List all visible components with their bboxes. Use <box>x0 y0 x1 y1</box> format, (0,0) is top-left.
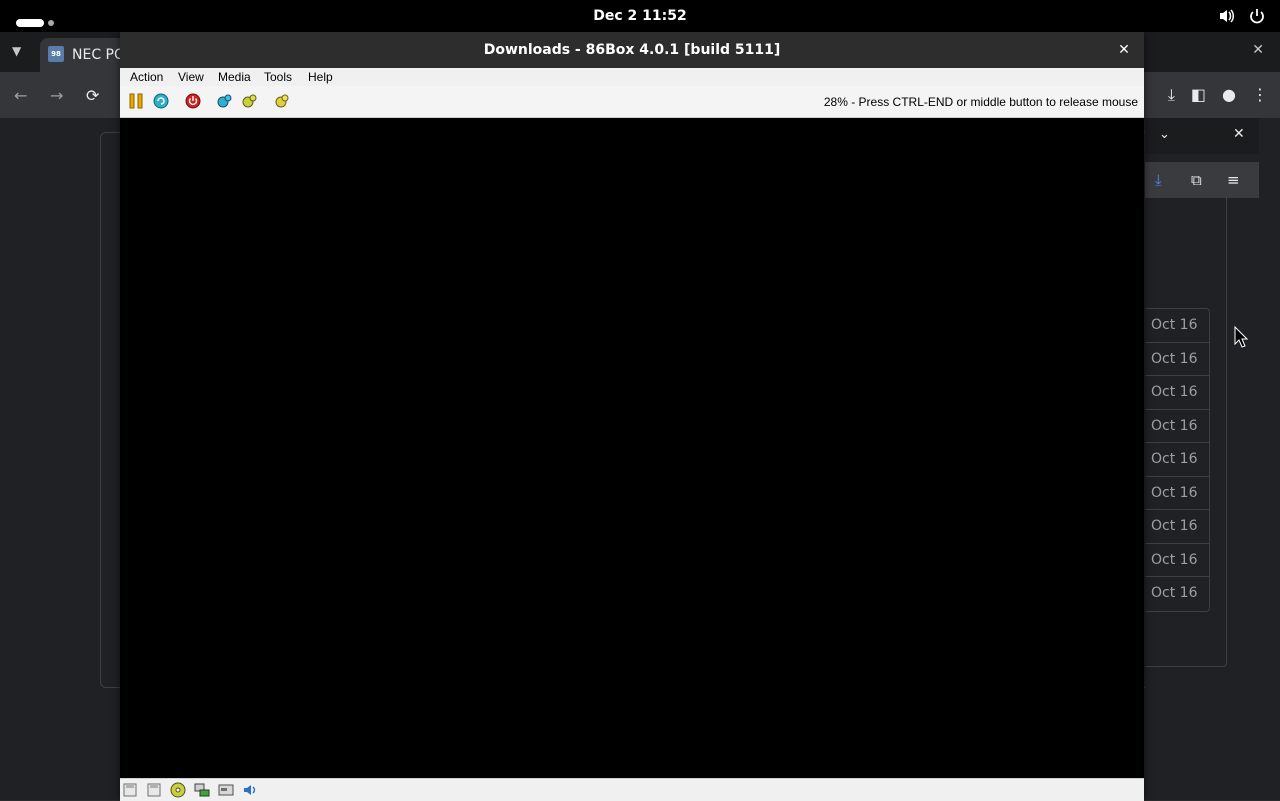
list-item[interactable]: Oct 16 <box>1145 309 1209 343</box>
menu-action[interactable]: Action <box>130 70 163 84</box>
emulator-statusbar <box>120 778 1144 801</box>
list-item[interactable]: Oct 16 <box>1145 376 1209 410</box>
profile-icon[interactable]: ● <box>1222 85 1236 105</box>
browser-tab[interactable]: 98 NEC PC <box>40 38 130 72</box>
mouse-capture-status: 28% - Press CTRL-END or middle button to… <box>823 95 1138 109</box>
back-icon[interactable]: ← <box>14 86 27 105</box>
tab-title: NEC PC <box>72 47 124 63</box>
list-item[interactable]: Oct 16 <box>1145 443 1209 477</box>
list-item[interactable]: Oct 16 <box>1145 577 1209 611</box>
network-icon[interactable] <box>194 782 210 798</box>
menu-tools[interactable]: Tools <box>264 70 292 84</box>
emulator-screen[interactable] <box>120 118 1144 778</box>
downloads-date-list: Oct 16 Oct 16 Oct 16 Oct 16 Oct 16 Oct 1… <box>1145 308 1210 612</box>
system-tray[interactable] <box>1218 7 1266 25</box>
forward-icon[interactable]: → <box>50 86 63 105</box>
list-item[interactable]: Oct 16 <box>1145 510 1209 544</box>
side-panel-icon[interactable]: ◧ <box>1191 85 1206 105</box>
settings-icon[interactable] <box>217 93 233 109</box>
chevron-down-icon[interactable]: ⌄ <box>1159 127 1170 142</box>
list-item[interactable]: Oct 16 <box>1145 544 1209 577</box>
tab-favicon: 98 <box>48 46 64 62</box>
list-item[interactable]: Oct 16 <box>1145 477 1209 510</box>
list-item[interactable]: Oct 16 <box>1145 343 1209 376</box>
system-top-bar: Dec 2 11:52 <box>0 0 1280 32</box>
power-icon[interactable] <box>1248 7 1266 25</box>
floppy-b-icon[interactable] <box>146 782 162 798</box>
sound-icon[interactable] <box>242 782 258 798</box>
ctrl-alt-del-icon[interactable] <box>153 93 169 109</box>
menu-bar: Action View Media Tools Help <box>120 68 1144 86</box>
browser-close-icon[interactable]: ✕ <box>1252 42 1264 58</box>
list-item[interactable]: Oct 16 <box>1145 410 1209 443</box>
extensions-icon[interactable]: ⧉ <box>1191 171 1202 189</box>
hamburger-menu-icon[interactable]: ≡ <box>1227 171 1240 189</box>
hdd-icon[interactable] <box>218 782 234 798</box>
close-icon[interactable]: ✕ <box>1233 126 1245 142</box>
menu-view[interactable]: View <box>178 70 204 84</box>
window-title: Downloads - 86Box 4.0.1 [build 5111] <box>483 42 781 58</box>
mouse-pointer-icon <box>1234 326 1248 348</box>
hard-reset-icon[interactable] <box>242 93 258 109</box>
emulator-toolbar: 28% - Press CTRL-END or middle button to… <box>120 86 1144 118</box>
power-icon[interactable] <box>185 93 201 109</box>
menu-help[interactable]: Help <box>308 70 333 84</box>
reload-icon[interactable]: ⟳ <box>86 86 99 105</box>
86box-window: Downloads - 86Box 4.0.1 [build 5111] ✕ A… <box>120 32 1144 801</box>
floppy-a-icon[interactable] <box>122 782 138 798</box>
cdrom-icon[interactable] <box>170 782 186 798</box>
screenshot-icon[interactable] <box>274 93 290 109</box>
download-icon[interactable]: ⤓ <box>1155 171 1162 189</box>
downloads-panel: ⌄ ✕ ⤓ ⧉ ≡ Oct 16 Oct 16 Oct 16 Oct 16 Oc… <box>1145 118 1259 800</box>
downloads-toolbar: ⤓ ⧉ ≡ <box>1145 162 1259 198</box>
downloads-header: ⌄ ✕ <box>1145 118 1259 154</box>
tab-search-chevron-icon[interactable]: ▼ <box>12 44 21 58</box>
menu-kebab-icon[interactable]: ⋮ <box>1252 85 1268 105</box>
pause-icon[interactable] <box>128 93 144 109</box>
clock[interactable]: Dec 2 11:52 <box>0 0 1280 32</box>
window-titlebar[interactable]: Downloads - 86Box 4.0.1 [build 5111] ✕ <box>120 32 1144 68</box>
menu-media[interactable]: Media <box>218 70 251 84</box>
download-icon[interactable]: ⤓ <box>1168 85 1175 105</box>
close-icon[interactable]: ✕ <box>1116 42 1132 58</box>
volume-icon[interactable] <box>1218 7 1236 25</box>
